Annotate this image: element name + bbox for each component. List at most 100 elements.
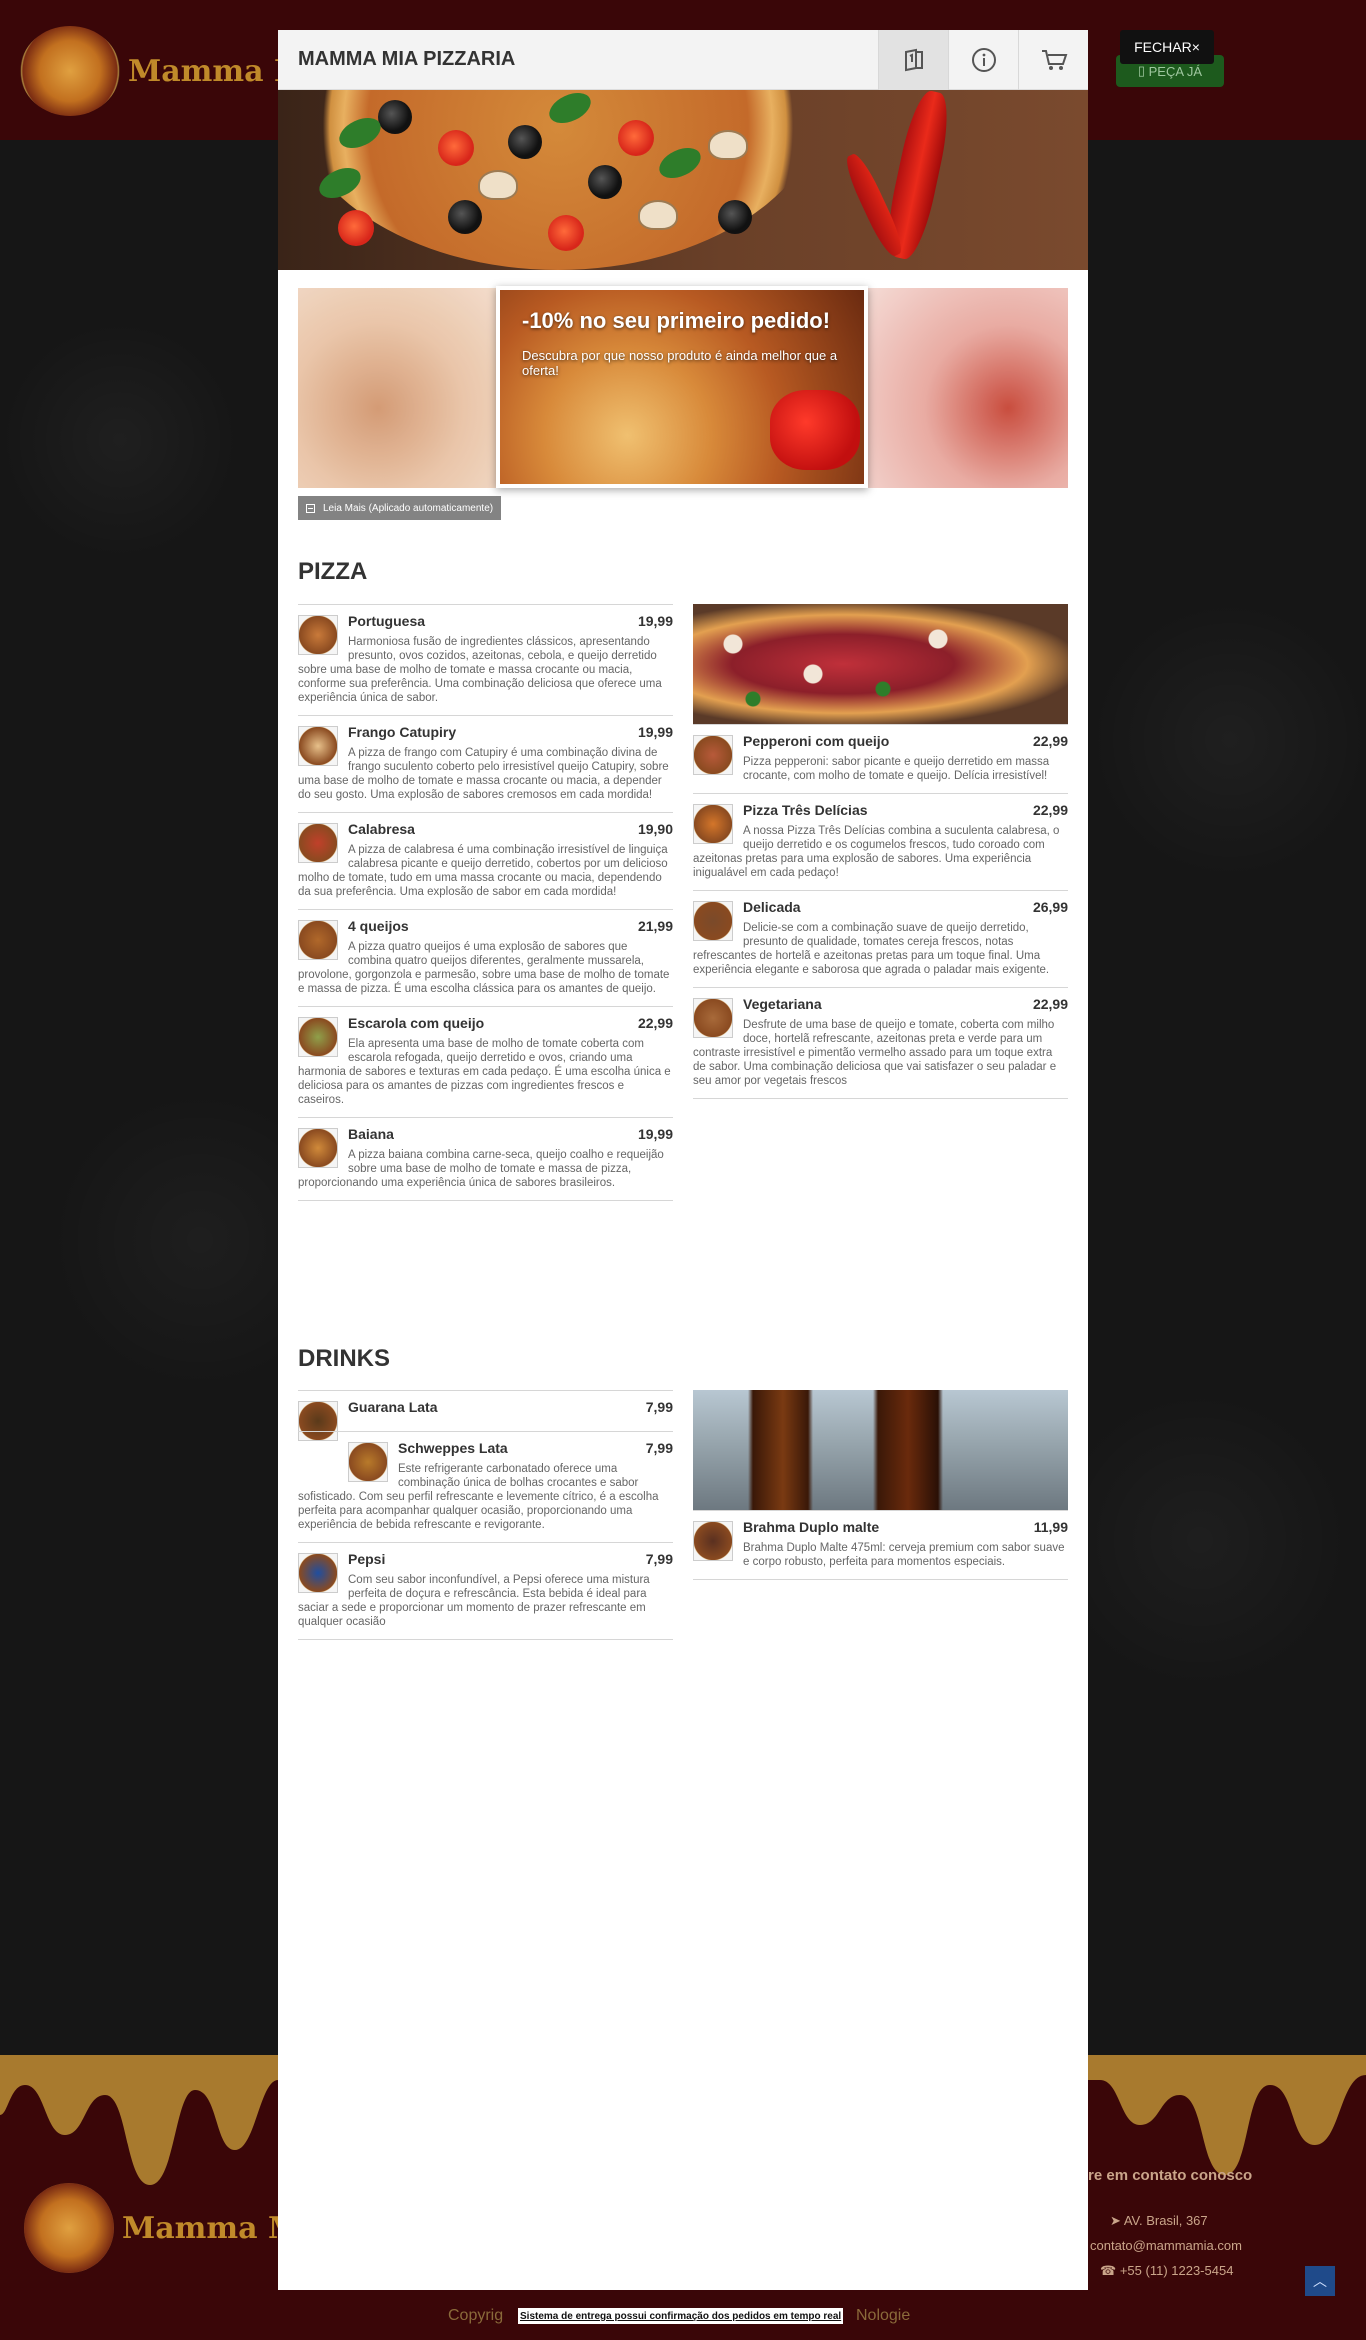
item-name: Pepsi — [348, 1551, 386, 1567]
item-description: Desfrute de uma base de queijo e tomate,… — [693, 1019, 1057, 1087]
item-price: 22,99 — [1032, 802, 1068, 818]
order-now-label: PEÇA JÁ — [1148, 63, 1203, 79]
item-description: A pizza de calabresa é uma combinação ir… — [298, 844, 668, 898]
item-thumbnail — [298, 920, 338, 960]
site-logo[interactable]: Mamma Mi — [20, 26, 319, 116]
item-price: 22,99 — [1032, 996, 1068, 1012]
item-name: Brahma Duplo malte — [743, 1519, 880, 1535]
menu-tab[interactable] — [878, 30, 948, 90]
item-description: Brahma Duplo Malte 475ml: cerveja premiu… — [743, 1542, 1065, 1568]
close-modal-button[interactable]: FECHAR × — [1120, 30, 1214, 64]
item-name: Vegetariana — [743, 996, 822, 1012]
menu-item[interactable]: Frango Catupiry 19,99 A pizza de frango co… — [298, 715, 673, 812]
item-thumbnail — [298, 1553, 338, 1593]
item-description: A pizza de frango com Catupiry é uma com… — [298, 747, 669, 801]
modal-icon-bar — [878, 30, 1088, 90]
cart-icon — [1041, 50, 1067, 70]
info-icon — [971, 48, 996, 72]
promo-subtitle: Descubra por que nosso produto é ainda m… — [522, 348, 838, 378]
item-price: 11,99 — [1033, 1519, 1068, 1535]
menu-item[interactable]: Vegetariana 22,99 Desfrute de uma base de … — [693, 987, 1068, 1099]
footer-email[interactable]: contato@mammamia.com — [1090, 2238, 1242, 2253]
location-icon: ➤ — [1110, 2213, 1121, 2228]
menu-item[interactable]: Baiana 19,99 A pizza baiana combina carne-… — [298, 1117, 673, 1201]
pizza-feature-image — [693, 604, 1068, 724]
item-name: Escarola com queijo — [348, 1015, 485, 1031]
item-description: Delicie-se com a combinação suave de que… — [693, 922, 1050, 976]
hero-banner-image — [278, 90, 1088, 270]
item-price: 22,99 — [637, 1015, 673, 1031]
delivery-notice-toast[interactable]: Sistema de entrega possui confirmação do… — [518, 2308, 844, 2324]
pizza-logo-icon — [20, 26, 120, 116]
item-price: 7,99 — [645, 1440, 673, 1456]
item-name: 4 queijos — [348, 918, 409, 934]
item-price: 19,99 — [637, 613, 673, 629]
item-price: 7,99 — [645, 1551, 673, 1567]
item-price: 19,90 — [637, 821, 673, 837]
drinks-section-title: DRINKS — [298, 1345, 391, 1372]
menu-item[interactable]: Pepsi 7,99 Com seu sabor inconfundível, a … — [298, 1542, 673, 1640]
item-description: Harmoniosa fusão de ingredientes clássic… — [298, 636, 662, 704]
chevron-up-icon: ︿ — [1313, 2273, 1327, 2289]
item-thumbnail — [693, 901, 733, 941]
menu-item[interactable]: Pepperoni com queijo 22,99 Pizza pepperoni… — [693, 724, 1068, 793]
menu-item[interactable]: Portuguesa 19,99 Harmoniosa fusão de ingre… — [298, 604, 673, 715]
phone-icon: ☎ — [1100, 2263, 1117, 2278]
pizza-section-title: PIZZA — [298, 558, 368, 585]
item-thumbnail — [298, 726, 338, 766]
item-price: 22,99 — [1032, 733, 1068, 749]
item-description: Ela apresenta uma base de molho de tomat… — [298, 1038, 671, 1106]
item-description: Com seu sabor inconfundível, a Pepsi ofe… — [298, 1574, 650, 1628]
item-thumbnail — [693, 735, 733, 775]
read-more-label: Leia Mais (Aplicado automaticamente) — [323, 502, 494, 514]
promo-title: -10% no seu primeiro pedido! — [522, 308, 831, 333]
drinks-list-left: Guarana Lata 7,99 Schweppes Lata 7,99 Este r… — [298, 1390, 673, 1640]
item-thumbnail — [298, 1128, 338, 1168]
item-thumbnail — [693, 1521, 733, 1561]
item-name: Delicada — [743, 899, 801, 915]
item-name: Calabresa — [348, 821, 415, 837]
item-name: Baiana — [348, 1126, 394, 1142]
pizza-list-right: Pepperoni com queijo 22,99 Pizza pepperoni… — [693, 604, 1068, 1099]
read-more-button[interactable]: Leia Mais (Aplicado automaticamente) — [298, 496, 502, 520]
item-name: Guarana Lata — [348, 1399, 438, 1415]
phone-text: +55 (11) 1223-5454 — [1119, 2263, 1234, 2278]
item-price: 19,99 — [637, 1126, 673, 1142]
menu-item[interactable]: Delicada 26,99 Delicie-se com a combinação… — [693, 890, 1068, 987]
promo-slide[interactable]: -10% no seu primeiro pedido! Descubra po… — [496, 286, 868, 488]
item-thumbnail — [298, 823, 338, 863]
item-description: A pizza baiana combina carne-seca, queij… — [298, 1149, 664, 1189]
item-name: Pizza Três Delícias — [743, 802, 868, 818]
menu-item[interactable]: Guarana Lata 7,99 — [298, 1390, 673, 1441]
copyright-right: Nologie — [856, 2307, 911, 2324]
drinks-list-right: Brahma Duplo malte 11,99 Brahma Duplo Malt… — [693, 1390, 1068, 1580]
drinks-feature-image — [693, 1390, 1068, 1510]
item-thumbnail — [298, 615, 338, 655]
item-thumbnail — [693, 998, 733, 1038]
menu-item[interactable]: 4 queijos 21,99 A pizza quatro queijos é u… — [298, 909, 673, 1006]
menu-book-icon — [904, 48, 923, 72]
cart-tab[interactable] — [1018, 30, 1088, 90]
info-tab[interactable] — [948, 30, 1018, 90]
menu-item[interactable]: Calabresa 19,90 A pizza de calabresa é uma… — [298, 812, 673, 909]
item-name: Pepperoni com queijo — [743, 733, 890, 749]
modal-topbar: MAMMA MIA PIZZARIA — [278, 30, 1088, 90]
pizza-logo-icon — [24, 2183, 114, 2273]
footer-phone[interactable]: ☎ +55 (11) 1223-5454 — [1100, 2263, 1233, 2279]
item-name: Portuguesa — [348, 613, 426, 629]
menu-modal: MAMMA MIA PIZZARIA -10% no seu primeiro … — [278, 30, 1088, 2290]
address-text: AV. Brasil, 367 — [1123, 2213, 1208, 2228]
collapse-icon — [306, 503, 315, 513]
footer-contact-title: re em contato conosco — [1088, 2167, 1253, 2184]
menu-item[interactable]: Pizza Três Delícias 22,99 A nossa Pizza Tr… — [693, 793, 1068, 890]
menu-item[interactable]: Brahma Duplo malte 11,99 Brahma Duplo Malt… — [693, 1510, 1068, 1580]
item-thumbnail — [693, 804, 733, 844]
scroll-top-button[interactable]: ︿ — [1305, 2266, 1335, 2296]
item-thumbnail — [348, 1442, 388, 1482]
pizza-list-left: Portuguesa 19,99 Harmoniosa fusão de ingre… — [298, 604, 673, 1201]
menu-item[interactable]: Schweppes Lata 7,99 Este refrigerante carb… — [298, 1431, 673, 1542]
copyright-left: Copyrig — [448, 2307, 504, 2324]
footer-address: ➤ AV. Brasil, 367 — [1110, 2213, 1208, 2229]
item-thumbnail — [298, 1017, 338, 1057]
menu-item[interactable]: Escarola com queijo 22,99 Ela apresenta um… — [298, 1006, 673, 1117]
